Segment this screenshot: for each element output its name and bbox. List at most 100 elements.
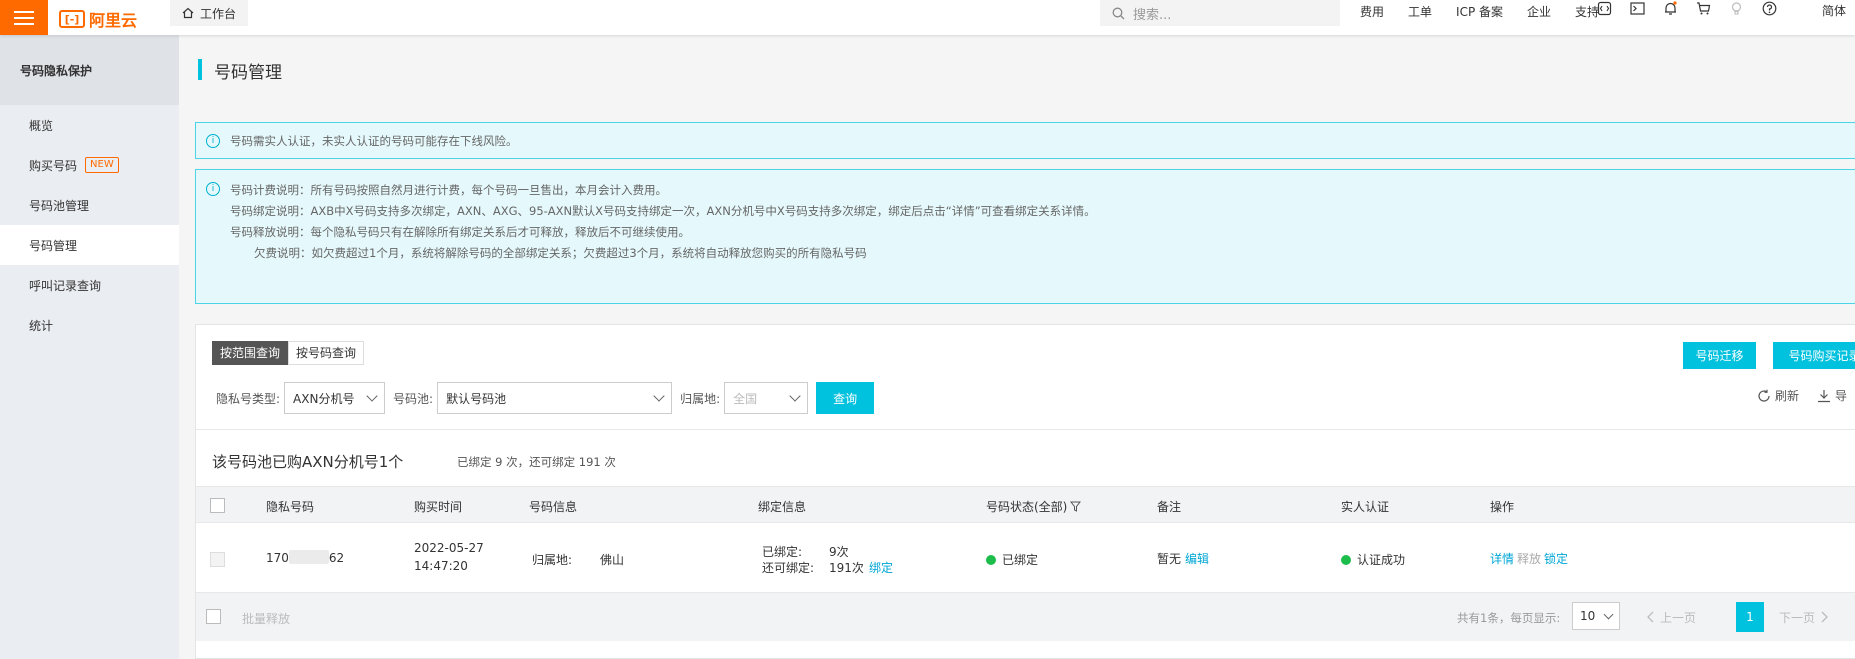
- footer-checkbox[interactable]: [206, 609, 221, 624]
- chevron-down-icon: [366, 390, 378, 402]
- next-page-label: 下一页: [1779, 610, 1816, 625]
- release-link[interactable]: 释放: [1517, 550, 1541, 567]
- number-prefix: 170: [266, 551, 289, 565]
- type-value: AXN分机号: [293, 391, 355, 406]
- edit-remark-link[interactable]: 编辑: [1185, 550, 1209, 567]
- private-number: 170 62: [266, 550, 344, 565]
- lock-link[interactable]: 锁定: [1544, 550, 1568, 567]
- main-content: 号码管理 i 号码需实人认证，未实人认证的号码可能存在下线风险。 i 号码计费说…: [179, 35, 1855, 659]
- purchase-time: 14:47:20: [414, 559, 468, 573]
- migrate-button[interactable]: 号码迁移: [1683, 342, 1756, 369]
- query-button[interactable]: 查询: [816, 382, 875, 414]
- row-checkbox[interactable]: [210, 552, 225, 567]
- top-navbar: [-] 阿里云 工作台 搜索... 费用 工单 ICP 备案 企业 支持 简体: [0, 0, 1855, 35]
- home-icon: [182, 7, 194, 19]
- page-title: 号码管理: [214, 63, 282, 83]
- nav-icp[interactable]: ICP 备案: [1456, 3, 1503, 20]
- purchase-record-button[interactable]: 号码购买记录: [1773, 342, 1855, 369]
- col-status[interactable]: 号码状态(全部): [986, 498, 1082, 515]
- number-mask: [288, 550, 329, 564]
- query-mode-tabs: 按范围查询 按号码查询: [212, 341, 365, 365]
- auth-text: 认证成功: [1357, 553, 1406, 567]
- number-panel: 按范围查询 按号码查询 隐私号类型: AXN分机号 号码池: 默认号码池 归属地…: [195, 324, 1855, 659]
- workbench-label: 工作台: [200, 6, 237, 21]
- next-page-button[interactable]: 下一页: [1779, 602, 1829, 632]
- type-select[interactable]: AXN分机号: [284, 382, 386, 414]
- remark-text: 暂无: [1157, 552, 1182, 566]
- pool-summary-title: 该号码池已购AXN分机号1个: [212, 453, 404, 471]
- type-label: 隐私号类型:: [216, 391, 281, 406]
- terminal-icon[interactable]: [1630, 1, 1645, 16]
- filter-icon: [1070, 501, 1082, 512]
- tab-number-query[interactable]: 按号码查询: [288, 341, 365, 365]
- page-number-current[interactable]: 1: [1736, 602, 1764, 632]
- info-icon: i: [206, 134, 220, 148]
- sidebar-item-buy-number[interactable]: 购买号码 NEW: [0, 145, 179, 185]
- menu-button[interactable]: [0, 0, 48, 35]
- region-info-value: 佛山: [600, 553, 625, 567]
- chevron-right-icon: [1821, 611, 1828, 623]
- sidebar-item-overview[interactable]: 概览: [0, 105, 179, 145]
- nav-enterprise[interactable]: 企业: [1527, 3, 1551, 20]
- chevron-down-icon: [653, 390, 665, 402]
- tab-range-query[interactable]: 按范围查询: [212, 341, 289, 365]
- nav-fee[interactable]: 费用: [1360, 3, 1384, 20]
- col-binding-info: 绑定信息: [758, 500, 807, 514]
- billing-notice: i 号码计费说明：所有号码按照自然月进行计费，每个号码一旦售出，本月会计入费用。…: [195, 169, 1855, 304]
- status-dot: [986, 555, 996, 565]
- pool-label: 号码池:: [393, 391, 434, 406]
- export-button[interactable]: 导: [1817, 387, 1847, 404]
- cart-icon[interactable]: [1696, 1, 1711, 16]
- pool-select[interactable]: 默认号码池: [437, 382, 673, 414]
- col-purchase-time: 购买时间: [414, 500, 463, 514]
- status-cell: 已绑定: [986, 551, 1038, 568]
- notice-line-billing: 号码计费说明：所有号码按照自然月进行计费，每个号码一旦售出，本月会计入费用。: [230, 183, 667, 197]
- sidebar-item-statistics[interactable]: 统计: [0, 305, 179, 345]
- region-select[interactable]: 全国: [724, 382, 809, 414]
- notice-line-binding: 号码绑定说明：AXB中X号码支持多次绑定，AXN、AXG、95-AXN默认X号码…: [230, 204, 1096, 218]
- col-real-name-auth: 实人认证: [1341, 500, 1390, 514]
- auth-notice: i 号码需实人认证，未实人认证的号码可能存在下线风险。: [195, 122, 1855, 159]
- sidebar-title: 号码隐私保护: [0, 35, 179, 105]
- new-badge: NEW: [85, 157, 119, 173]
- help-icon[interactable]: [1762, 1, 1777, 16]
- purchase-date: 2022-05-27: [414, 541, 484, 555]
- region-placeholder: 全国: [733, 391, 758, 406]
- language-switch[interactable]: 简体: [1822, 0, 1846, 22]
- bind-link[interactable]: 绑定: [869, 559, 893, 576]
- refresh-button[interactable]: 刷新: [1757, 387, 1799, 404]
- sidebar-item-label: 概览: [29, 118, 54, 133]
- workbench-link[interactable]: 工作台: [170, 0, 249, 26]
- top-nav: 费用 工单 ICP 备案 企业 支持: [1360, 0, 1623, 22]
- prev-page-button[interactable]: 上一页: [1646, 602, 1696, 632]
- auth-notice-text: 号码需实人认证，未实人认证的号码可能存在下线风险。: [230, 133, 518, 148]
- code-icon[interactable]: [1597, 1, 1612, 16]
- search-input[interactable]: 搜索...: [1100, 0, 1340, 26]
- nav-ticket[interactable]: 工单: [1408, 3, 1432, 20]
- chevron-down-icon: [789, 390, 801, 402]
- sidebar-item-number-management[interactable]: 号码管理: [0, 225, 179, 265]
- select-all-checkbox[interactable]: [210, 498, 225, 513]
- bell-icon[interactable]: [1663, 1, 1678, 16]
- aliyun-logo[interactable]: [-] 阿里云: [59, 7, 137, 31]
- nav-support[interactable]: 支持: [1575, 3, 1599, 20]
- info-icon: i: [206, 182, 220, 196]
- sidebar-item-pool-management[interactable]: 号码池管理: [0, 185, 179, 225]
- sidebar: 号码隐私保护 概览 购买号码 NEW 号码池管理 号码管理 呼叫记录查询 统计: [0, 35, 179, 659]
- col-status-label: 号码状态(全部): [986, 500, 1068, 514]
- logo-text: 阿里云: [89, 11, 138, 30]
- title-accent-bar: [198, 59, 202, 80]
- region-info-label: 归属地:: [532, 553, 573, 567]
- col-private-number: 隐私号码: [266, 500, 315, 514]
- batch-release-button[interactable]: 批量释放: [242, 610, 290, 627]
- region-label: 归属地:: [680, 391, 721, 406]
- lightbulb-icon[interactable]: [1729, 1, 1744, 16]
- page-size-select[interactable]: 10: [1572, 602, 1620, 630]
- col-remark: 备注: [1157, 500, 1182, 514]
- refresh-icon: [1758, 389, 1770, 402]
- sidebar-item-label: 呼叫记录查询: [29, 278, 102, 293]
- remain-label: 还可绑定:: [762, 561, 815, 575]
- sidebar-item-call-records[interactable]: 呼叫记录查询: [0, 265, 179, 305]
- bound-count: 9次: [829, 545, 849, 559]
- detail-link[interactable]: 详情: [1490, 550, 1514, 567]
